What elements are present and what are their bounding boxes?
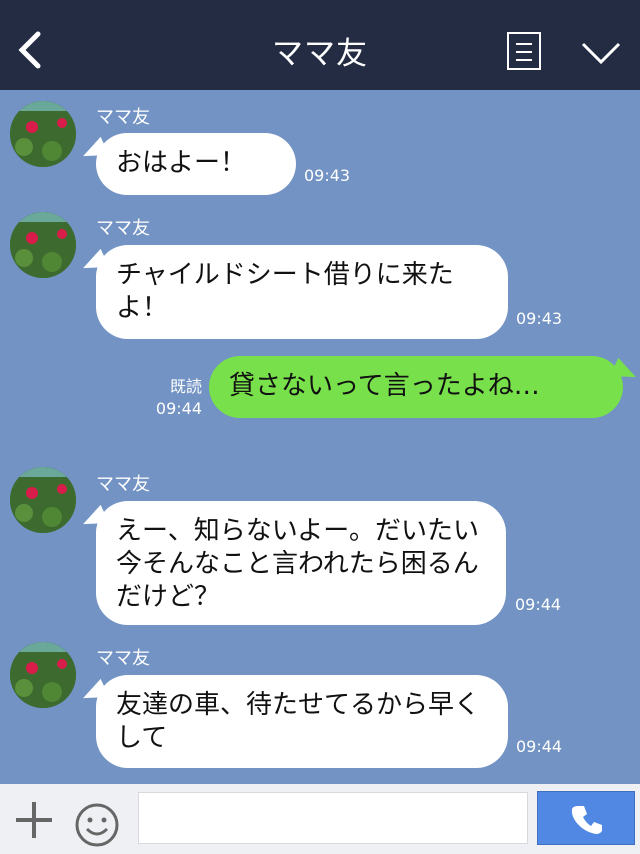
phone-icon [571, 806, 602, 834]
message-text: えー、知らないよー。だいたい今そんなこと言われたら困るんだけど？ [116, 516, 479, 612]
message-text: 友達の車、待たせてるから早くして [116, 690, 481, 753]
avatar-image [10, 642, 76, 708]
message-bubble[interactable]: おはよー！ [96, 133, 296, 195]
sender-name: ママ友 [96, 107, 150, 128]
avatar[interactable] [10, 101, 76, 167]
message-time: 09:44 [515, 595, 562, 614]
avatar[interactable] [10, 467, 76, 533]
message-time: 09:43 [516, 309, 563, 328]
message-time: 09:44 [516, 737, 563, 756]
message-bubble[interactable]: チャイルドシート借りに来たよ！ [96, 245, 508, 339]
menu-icon[interactable] [507, 32, 541, 70]
avatar-image [10, 101, 76, 167]
avatar-image [10, 467, 76, 533]
message-time: 09:43 [304, 166, 351, 185]
message-input[interactable] [138, 792, 528, 844]
composer-bar [0, 784, 640, 854]
avatar[interactable] [10, 212, 76, 278]
chat-title: ママ友 [272, 36, 368, 72]
sender-name: ママ友 [96, 218, 150, 239]
avatar-image [10, 212, 76, 278]
call-button[interactable] [537, 791, 635, 845]
read-receipt: 既読 09:44 [150, 376, 202, 420]
message-text: チャイルドシート借りに来たよ！ [116, 260, 454, 323]
message-text: おはよー！ [116, 148, 247, 178]
read-label: 既読 [169, 377, 202, 396]
sender-name: ママ友 [96, 648, 150, 669]
sender-name: ママ友 [96, 474, 150, 495]
message-bubble[interactable]: えー、知らないよー。だいたい今そんなこと言われたら困るんだけど？ [96, 501, 506, 625]
message-bubble[interactable]: 友達の車、待たせてるから早くして [96, 675, 508, 768]
plus-icon[interactable] [14, 802, 54, 838]
avatar[interactable] [10, 642, 76, 708]
message-text: 貸さないって言ったよね… [229, 371, 540, 401]
message-bubble[interactable]: 貸さないって言ったよね… [209, 356, 623, 418]
chevron-down-icon[interactable] [580, 40, 622, 66]
smiley-icon[interactable] [74, 802, 120, 848]
chat-header: ママ友 [0, 0, 640, 90]
message-time: 09:44 [155, 399, 202, 418]
